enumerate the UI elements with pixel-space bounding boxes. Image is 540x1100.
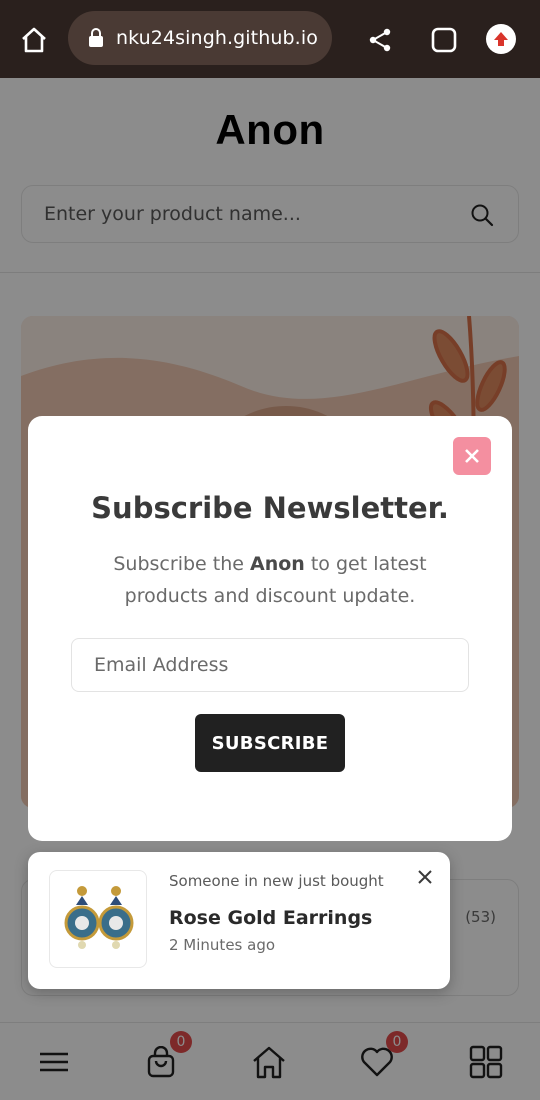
- earrings-image: [49, 870, 147, 968]
- desc-brand: Anon: [249, 553, 305, 575]
- toast-subtitle: Someone in new just bought: [169, 872, 384, 890]
- browser-toolbar: nku24singh.github.io: [0, 0, 540, 78]
- email-input[interactable]: [71, 638, 469, 692]
- newsletter-modal: Subscribe Newsletter. Subscribe the Anon…: [28, 416, 512, 841]
- lock-icon: [89, 28, 103, 47]
- share-icon[interactable]: [362, 22, 398, 58]
- modal-close-button[interactable]: [453, 437, 491, 475]
- home-icon[interactable]: [14, 20, 54, 60]
- update-icon[interactable]: [486, 24, 516, 54]
- modal-title: Subscribe Newsletter.: [91, 491, 449, 525]
- address-bar[interactable]: nku24singh.github.io: [68, 11, 332, 65]
- toast-time: 2 Minutes ago: [169, 936, 276, 954]
- url-text: nku24singh.github.io: [116, 27, 318, 49]
- tabs-icon[interactable]: [426, 22, 462, 58]
- toast-close-icon[interactable]: [414, 866, 436, 888]
- purchase-toast[interactable]: Someone in new just bought Rose Gold Ear…: [28, 852, 450, 989]
- subscribe-button[interactable]: SUBSCRIBE: [195, 714, 345, 772]
- desc-prefix: Subscribe the: [113, 553, 250, 575]
- modal-description: Subscribe the Anon to get latest product…: [88, 548, 452, 612]
- toast-product-title[interactable]: Rose Gold Earrings: [169, 907, 372, 929]
- close-icon: [465, 449, 479, 463]
